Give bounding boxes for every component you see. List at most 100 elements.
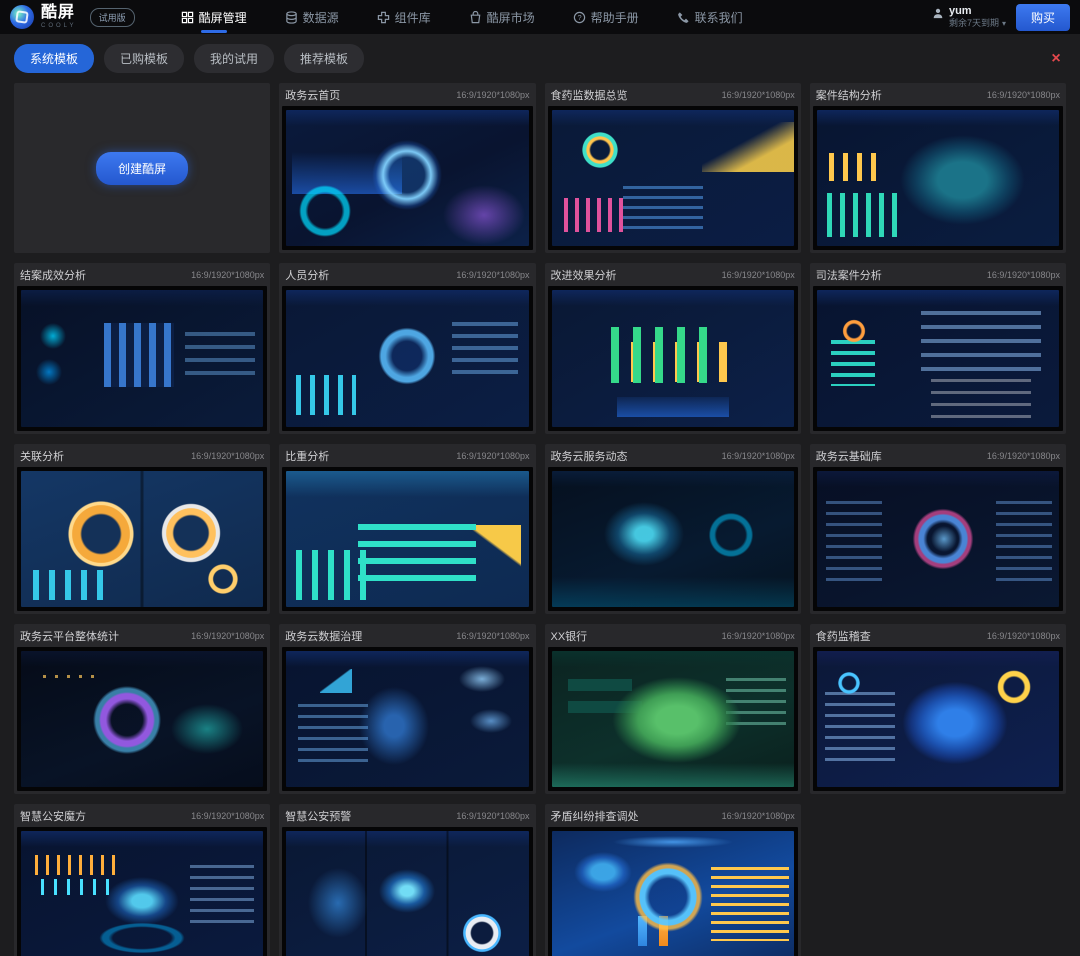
nav-item-label: 酷屏市场 [487,9,535,26]
trial-version-badge: 试用版 [90,8,135,27]
template-thumbnail [286,831,528,956]
nav-item-5[interactable]: ? 帮助手册 [573,0,639,34]
filter-tabs: 系统模板已购模板我的试用推荐模板 × [0,34,1080,81]
create-screen-button[interactable]: 创建酷屏 [96,152,188,185]
template-title: 改进效果分析 [551,267,617,283]
template-title: 政务云基础库 [816,448,882,464]
template-ratio: 16:9/1920*1080px [722,90,795,100]
template-thumbnail [21,831,263,956]
tab-2[interactable]: 已购模板 [104,44,184,73]
template-card[interactable]: 智慧公安魔方 16:9/1920*1080px [14,804,270,956]
template-card[interactable]: 结案成效分析16:9/1920*1080px [14,263,270,433]
tab-3[interactable]: 我的试用 [194,44,274,73]
template-card[interactable]: 政务云服务动态16:9/1920*1080px [545,444,801,614]
template-title: 政务云平台整体统计 [20,628,119,644]
user-menu[interactable]: yum 剩余7天到期 ▾ [932,5,1006,29]
template-title: 关联分析 [20,448,64,464]
template-card[interactable]: 人员分析16:9/1920*1080px [279,263,535,433]
template-card[interactable]: 司法案件分析 16:9/1920*1080px [810,263,1066,433]
nav-item-label: 帮助手册 [591,9,639,26]
user-expiry-text: 剩余7天到期 [949,19,999,29]
template-ratio: 16:9/1920*1080px [456,631,529,641]
nav-item-label: 酷屏管理 [199,9,247,26]
template-grid: 创建酷屏 政务云首页16:9/1920*1080px 食药监数据总览 16:9/19… [0,81,1080,956]
thumbnail-frame [548,827,798,956]
template-card[interactable]: 政务云平台整体统计 16:9/1920*1080px [14,624,270,794]
template-thumbnail [552,471,794,607]
thumbnail-frame [548,647,798,791]
chevron-down-icon: ▾ [1002,20,1006,29]
database-icon [285,11,298,24]
template-thumbnail [552,831,794,956]
template-ratio: 16:9/1920*1080px [987,90,1060,100]
template-card[interactable]: 比重分析 16:9/1920*1080px [279,444,535,614]
template-thumbnail [286,290,528,426]
template-card[interactable]: 食药监稽查 16:9/1920*1080px [810,624,1066,794]
thumbnail-frame [17,286,267,430]
template-ratio: 16:9/1920*1080px [191,631,264,641]
template-title: 食药监数据总览 [551,87,628,103]
template-ratio: 16:9/1920*1080px [722,631,795,641]
template-ratio: 16:9/1920*1080px [987,631,1060,641]
template-thumbnail [286,651,528,787]
svg-text:?: ? [577,13,581,22]
nav-item-2[interactable]: 数据源 [285,0,339,34]
market-icon [469,11,482,24]
phone-icon [677,11,690,24]
app-logo: 酷屏 COOLY 试用版 [10,5,135,29]
buy-button[interactable]: 购买 [1016,4,1070,31]
template-ratio: 16:9/1920*1080px [191,811,264,821]
thumbnail-frame [17,827,267,956]
template-ratio: 16:9/1920*1080px [987,270,1060,280]
template-card[interactable]: 政务云数据治理16:9/1920*1080px [279,624,535,794]
nav-item-6[interactable]: 联系我们 [677,0,743,34]
nav-item-1[interactable]: 酷屏管理 [181,0,247,34]
thumbnail-frame [17,647,267,791]
template-title: 比重分析 [285,448,329,464]
tab-4[interactable]: 推荐模板 [284,44,364,73]
template-ratio: 16:9/1920*1080px [191,451,264,461]
create-screen-card: 创建酷屏 [14,83,270,253]
template-card[interactable]: 政务云首页16:9/1920*1080px [279,83,535,253]
thumbnail-frame [17,467,267,611]
template-title: 案件结构分析 [816,87,882,103]
help-icon: ? [573,11,586,24]
template-title: 智慧公安预警 [285,808,351,824]
template-thumbnail [552,651,794,787]
grid-icon [181,11,194,24]
template-card[interactable]: 智慧公安预警 16:9/1920*1080px [279,804,535,956]
template-thumbnail [817,290,1059,426]
template-thumbnail [817,471,1059,607]
thumbnail-frame [813,467,1063,611]
thumbnail-frame [813,647,1063,791]
user-icon [932,7,944,19]
nav-item-label: 组件库 [395,9,431,26]
template-title: 智慧公安魔方 [20,808,86,824]
template-thumbnail [21,651,263,787]
close-icon[interactable]: × [1046,49,1066,69]
thumbnail-frame [548,467,798,611]
template-ratio: 16:9/1920*1080px [456,811,529,821]
template-card[interactable]: 关联分析 16:9/1920*1080px [14,444,270,614]
thumbnail-frame [548,106,798,250]
template-card[interactable]: 矛盾纠纷排查调处16:9/1920*1080px [545,804,801,956]
template-ratio: 16:9/1920*1080px [987,451,1060,461]
template-thumbnail [21,290,263,426]
template-card[interactable]: 改进效果分析16:9/1920*1080px [545,263,801,433]
template-ratio: 16:9/1920*1080px [722,451,795,461]
nav-item-3[interactable]: 组件库 [377,0,431,34]
template-ratio: 16:9/1920*1080px [456,451,529,461]
template-ratio: 16:9/1920*1080px [722,811,795,821]
nav-item-4[interactable]: 酷屏市场 [469,0,535,34]
template-card[interactable]: XX银行16:9/1920*1080px [545,624,801,794]
template-card[interactable]: 案件结构分析 16:9/1920*1080px [810,83,1066,253]
template-title: 食药监稽查 [816,628,871,644]
tab-1[interactable]: 系统模板 [14,44,94,73]
template-title: 司法案件分析 [816,267,882,283]
template-thumbnail [817,110,1059,246]
template-card[interactable]: 政务云基础库 16:9/1920*1080px [810,444,1066,614]
template-title: 结案成效分析 [20,267,86,283]
template-thumbnail [21,471,263,607]
template-card[interactable]: 食药监数据总览 16:9/1920*1080px [545,83,801,253]
user-name: yum [949,5,1006,17]
